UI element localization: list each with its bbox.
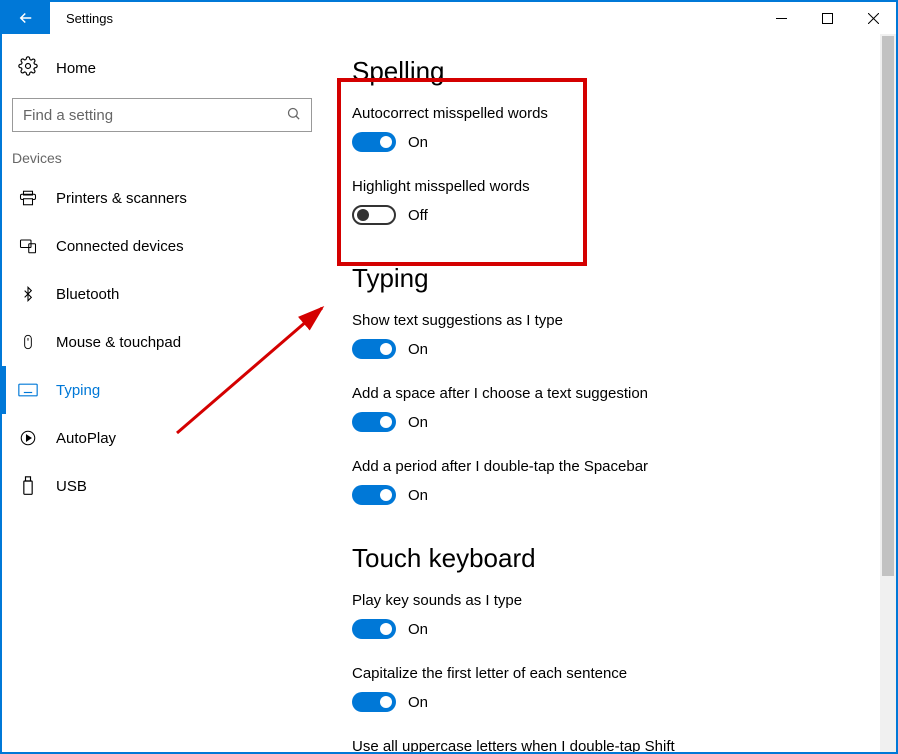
mouse-icon [18,333,38,351]
devices-icon [18,237,38,255]
toggle-state: On [408,341,428,358]
home-label: Home [56,60,96,77]
content-pane: Spelling Autocorrect misspelled words On… [322,34,896,752]
toggle-suggestions[interactable] [352,339,396,359]
sidebar-item-label: Connected devices [56,238,184,255]
setting-label: Capitalize the first letter of each sent… [352,665,876,682]
sidebar-item-label: USB [56,478,87,495]
sidebar-item-connected[interactable]: Connected devices [2,222,312,270]
toggle-space[interactable] [352,412,396,432]
section-title-touch: Touch keyboard [352,543,876,574]
sidebar-item-label: Bluetooth [56,286,119,303]
sidebar-item-label: Typing [56,382,100,399]
setting-label: Show text suggestions as I type [352,312,876,329]
toggle-state: On [408,134,428,151]
toggle-capitalize[interactable] [352,692,396,712]
toggle-period[interactable] [352,485,396,505]
section-title-spelling: Spelling [352,56,876,87]
toggle-state: Off [408,207,428,224]
sidebar-item-bluetooth[interactable]: Bluetooth [2,270,312,318]
sidebar-item-label: Mouse & touchpad [56,334,181,351]
sidebar-item-printers[interactable]: Printers & scanners [2,174,312,222]
bluetooth-icon [18,286,38,302]
sidebar-item-label: Printers & scanners [56,190,187,207]
sidebar: Home Find a setting Devices Printers & s… [2,34,322,752]
usb-icon [18,476,38,496]
toggle-state: On [408,414,428,431]
back-button[interactable] [2,2,50,34]
gear-icon [18,56,38,80]
toggle-state: On [408,487,428,504]
setting-label: Autocorrect misspelled words [352,105,876,122]
caption-buttons [758,2,896,34]
sidebar-item-autoplay[interactable]: AutoPlay [2,414,312,462]
close-button[interactable] [850,2,896,34]
autoplay-icon [18,429,38,447]
maximize-button[interactable] [804,2,850,34]
toggle-state: On [408,694,428,711]
search-icon [286,106,301,125]
titlebar: Settings [2,2,896,34]
search-placeholder: Find a setting [23,107,113,124]
setting-label: Use all uppercase letters when I double-… [352,738,876,752]
sidebar-item-typing[interactable]: Typing [2,366,312,414]
toggle-state: On [408,621,428,638]
setting-label: Play key sounds as I type [352,592,876,609]
home-nav[interactable]: Home [12,48,312,88]
scrollbar[interactable] [880,34,896,752]
category-label: Devices [12,150,312,166]
keyboard-icon [18,383,38,397]
sidebar-item-mouse[interactable]: Mouse & touchpad [2,318,312,366]
toggle-highlight[interactable] [352,205,396,225]
sidebar-item-label: AutoPlay [56,430,116,447]
printer-icon [18,189,38,207]
search-input[interactable]: Find a setting [12,98,312,132]
scrollbar-thumb[interactable] [882,36,894,576]
setting-label: Add a space after I choose a text sugges… [352,385,876,402]
window-title: Settings [66,11,113,26]
section-title-typing: Typing [352,263,876,294]
sidebar-item-usb[interactable]: USB [2,462,312,510]
setting-label: Add a period after I double-tap the Spac… [352,458,876,475]
toggle-keysounds[interactable] [352,619,396,639]
setting-label: Highlight misspelled words [352,178,876,195]
minimize-button[interactable] [758,2,804,34]
toggle-autocorrect[interactable] [352,132,396,152]
